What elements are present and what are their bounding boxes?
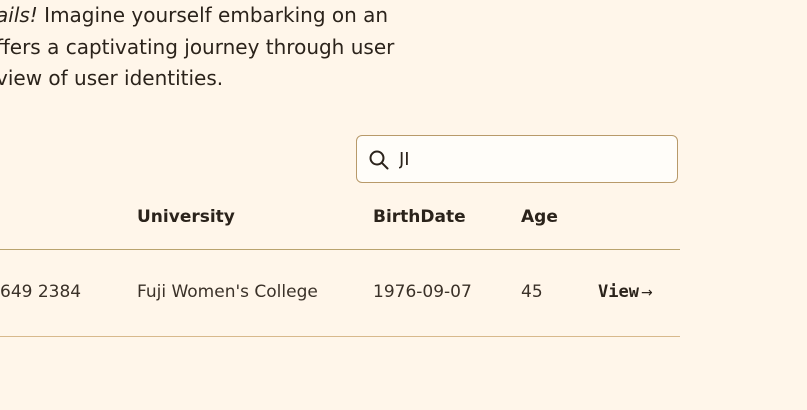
- column-header-birthdate[interactable]: BirthDate: [373, 207, 466, 227]
- cell-birthdate: 1976-09-07: [373, 282, 472, 302]
- column-header-age[interactable]: Age: [521, 207, 558, 227]
- intro-line-3: view of user identities.: [0, 66, 224, 90]
- users-table: University BirthDate Age 649 2384 Fuji W…: [0, 195, 680, 337]
- cell-action: View →: [598, 282, 653, 302]
- intro-emphasis: ails!: [0, 3, 38, 27]
- search-input[interactable]: [399, 144, 664, 174]
- table-header: University BirthDate Age: [0, 195, 680, 250]
- table-row: 649 2384 Fuji Women's College 1976-09-07…: [0, 250, 680, 337]
- intro-text: ails! Imagine yourself embarking on an f…: [0, 0, 416, 95]
- view-link-label: View: [598, 282, 639, 302]
- arrow-right-icon: →: [640, 285, 653, 301]
- intro-line-2: ffers a captivating journey through user: [0, 34, 395, 59]
- column-header-university[interactable]: University: [137, 207, 235, 227]
- page: ails! Imagine yourself embarking on an f…: [0, 0, 807, 410]
- intro-line-1: ails! Imagine yourself embarking on an: [0, 0, 416, 32]
- view-user-link[interactable]: View →: [598, 282, 653, 302]
- intro-line-1-text: Imagine yourself embarking on an: [37, 3, 389, 27]
- search-box[interactable]: [356, 135, 678, 183]
- search-icon: [368, 149, 390, 171]
- cell-phone: 649 2384: [0, 282, 82, 302]
- cell-university: Fuji Women's College: [137, 282, 318, 302]
- cell-age: 45: [521, 282, 543, 302]
